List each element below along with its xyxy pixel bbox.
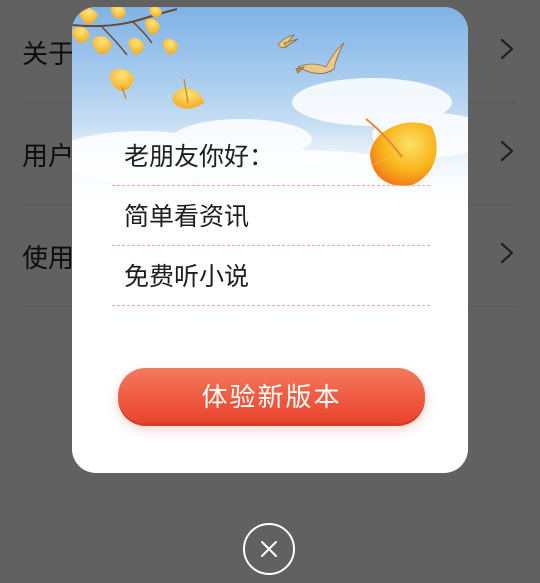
feature-text: 免费听小说 xyxy=(124,262,250,291)
feature-line-novel: 免费听小说 xyxy=(112,245,430,306)
try-new-version-button[interactable]: 体验新版本 xyxy=(118,368,425,423)
greeting-text: 老朋友你好： xyxy=(124,142,275,171)
close-button[interactable] xyxy=(243,523,295,575)
feature-line-news: 简单看资讯 xyxy=(112,185,430,246)
feature-text: 简单看资讯 xyxy=(124,202,250,231)
close-icon xyxy=(261,541,277,557)
promo-dialog: 老朋友你好： 简单看资讯 免费听小说 体验新版本 xyxy=(72,7,468,473)
greeting-line: 老朋友你好： xyxy=(112,125,430,186)
